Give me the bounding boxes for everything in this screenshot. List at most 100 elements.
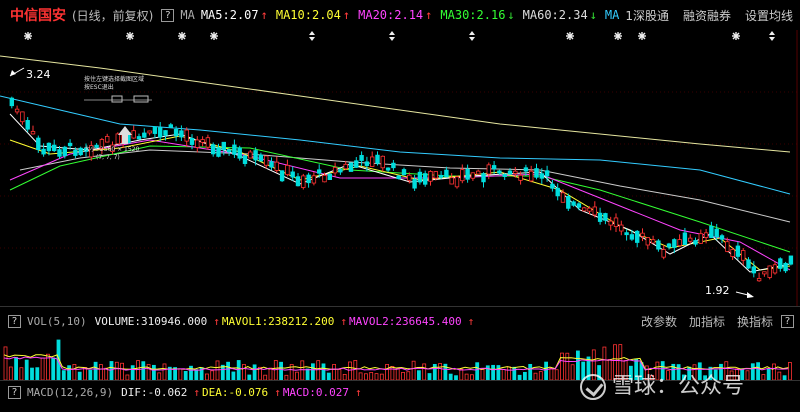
low-price-marker: 1.92: [705, 284, 754, 298]
event-star-icon[interactable]: [24, 32, 32, 40]
dea-value: DEA:-0.076: [201, 386, 269, 399]
volume-bar: [157, 372, 162, 381]
volume-bar: [390, 365, 395, 381]
candle: [168, 122, 173, 128]
macd-panel[interactable]: [0, 404, 800, 412]
volume-bar: [252, 364, 257, 381]
candle: [576, 202, 582, 211]
candle: [25, 117, 30, 133]
volume-bar: [501, 368, 506, 381]
volume-bar: [178, 368, 183, 381]
candlestick-panel[interactable]: 3.24 1.92 按住左键选择截图区域 按ESC退出 大小: 2560 × 1…: [0, 30, 800, 306]
candle: [396, 175, 401, 180]
volume-bar: [528, 363, 533, 381]
switch-indicator-button[interactable]: 换指标: [737, 313, 773, 330]
event-star-icon[interactable]: [614, 32, 622, 40]
event-star-icon[interactable]: [178, 32, 186, 40]
event-star-icon[interactable]: [566, 32, 574, 40]
popup-line: (7, 7, 7): [96, 154, 120, 161]
candle: [603, 212, 608, 225]
volume-bar: [300, 360, 305, 381]
volume-panel-help[interactable]: ?: [781, 315, 794, 328]
volume-bar: [395, 367, 400, 381]
screenshot-tooltip: 按住左键选择截图区域 按ESC退出 大小: 2560 × 1520 (7, 7,…: [82, 76, 154, 166]
candle: [41, 143, 46, 157]
volume-bar: [8, 366, 13, 381]
candle: [693, 237, 698, 247]
volume-bar: [268, 367, 273, 381]
event-star-icon[interactable]: [732, 32, 740, 40]
candle: [385, 167, 391, 173]
candle: [454, 175, 460, 189]
volume-bar: [93, 361, 98, 381]
candle: [369, 151, 375, 167]
candle: [380, 155, 385, 172]
volume-bar: [533, 372, 538, 381]
macd-help-button[interactable]: ?: [8, 386, 21, 399]
candle: [470, 172, 476, 181]
candle: [767, 265, 772, 280]
candle: [566, 193, 571, 211]
volume-bar: [183, 371, 188, 381]
candle: [523, 164, 529, 176]
event-arrow-icon[interactable]: [469, 31, 475, 41]
volume-header: ? VOL(5,10) VOLUME:310946.000 ↑ MAVOL1:2…: [0, 306, 800, 336]
volume-indicator-name[interactable]: VOL(5,10): [27, 315, 87, 328]
stock-name[interactable]: 中信国安: [10, 5, 66, 25]
event-star-icon[interactable]: [126, 32, 134, 40]
event-arrow-icon[interactable]: [769, 31, 775, 41]
event-arrow-icon[interactable]: [389, 31, 395, 41]
help-button[interactable]: ?: [161, 8, 175, 22]
ma-settings-menu[interactable]: 设置均线: [745, 7, 793, 24]
down-arrow-icon: ↓: [589, 8, 597, 22]
candle: [619, 220, 624, 236]
volume-bar: [51, 357, 56, 381]
period-label[interactable]: (日线，前复权): [72, 7, 153, 24]
shenzhen-connect-menu[interactable]: 1深股通: [625, 7, 669, 24]
candle: [555, 183, 560, 201]
volume-bar: [772, 363, 776, 381]
candle: [417, 168, 423, 185]
ma-extra-indicator: MA: [604, 8, 620, 22]
candle: [248, 150, 253, 159]
volume-bar: [496, 365, 501, 381]
candle: [735, 241, 741, 260]
event-star-icon[interactable]: [210, 32, 218, 40]
volume-value: VOLUME:310946.000: [94, 315, 208, 328]
ma-label: MA: [180, 8, 195, 22]
candle: [226, 148, 232, 156]
candle: [571, 200, 576, 207]
add-indicator-button[interactable]: 加指标: [689, 313, 725, 330]
volume-bar: [40, 357, 45, 381]
candle: [237, 145, 242, 161]
macd-indicator-name[interactable]: MACD(12,26,9): [27, 386, 113, 399]
volume-bar: [30, 367, 34, 381]
change-params-button[interactable]: 改参数: [641, 313, 677, 330]
volume-bar: [549, 367, 554, 381]
volume-bar: [512, 366, 517, 381]
watermark: 雪球：公众号: [580, 368, 744, 400]
event-arrow-icon[interactable]: [309, 31, 315, 41]
margin-trading-menu[interactable]: 融资融券: [683, 7, 731, 24]
volume-bar: [242, 364, 246, 381]
volume-bar: [475, 362, 480, 381]
candle: [359, 151, 364, 167]
event-star-icon[interactable]: [638, 32, 646, 40]
popup-selection-icon: [84, 95, 152, 103]
volume-bar: [570, 364, 575, 381]
candle: [327, 172, 332, 181]
candle: [354, 157, 359, 168]
event-markers: [24, 31, 775, 41]
volume-help-button[interactable]: ?: [8, 315, 21, 328]
candle: [592, 201, 597, 218]
candle: [709, 221, 714, 239]
candlestick-chart[interactable]: 3.24 1.92: [0, 30, 800, 306]
candle: [184, 127, 189, 147]
high-price-label: 3.24: [26, 68, 51, 81]
chart-header: 中信国安 (日线，前复权) ? MA MA5:2.07 ↑ MA10:2.04 ↑ …: [0, 0, 800, 30]
candle: [311, 172, 317, 186]
volume-bar: [279, 361, 284, 381]
volume-bar: [326, 372, 331, 381]
candle: [550, 179, 555, 192]
candle: [157, 122, 163, 142]
